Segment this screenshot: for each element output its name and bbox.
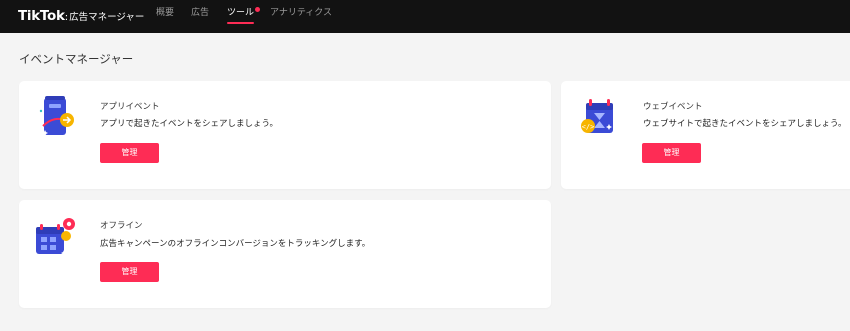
card-title: ウェブイベント <box>643 102 703 112</box>
active-tab-underline <box>227 22 255 24</box>
notification-dot <box>255 7 261 12</box>
nav-tab-overview[interactable]: 概要 <box>156 0 174 33</box>
nav-tab-tools-label: ツール <box>227 8 255 18</box>
top-nav-bar: TikTok : 広告マネージャー 概要 広告 ツール アナリティクス <box>0 0 850 33</box>
nav-tab-ads[interactable]: 広告 <box>191 0 209 33</box>
logo-separator: : <box>64 12 69 23</box>
web-event-card: </> ウェブイベント ウェブサイトで起きたイベントをシェアしましょう。 管理 <box>561 81 850 189</box>
app-event-icon <box>39 96 74 136</box>
card-title: アプリイベント <box>100 102 160 112</box>
logo-product-name: 広告マネージャー <box>69 12 145 23</box>
svg-text:</>: </> <box>582 123 595 131</box>
nav-tab-tools[interactable]: ツール <box>227 0 261 33</box>
app-event-card: アプリイベント アプリで起きたイベントをシェアしましょう。 管理 <box>19 81 551 189</box>
tiktok-ads-manager-logo[interactable]: TikTok : 広告マネージャー <box>18 6 144 26</box>
card-description: アプリで起きたイベントをシェアしましょう。 <box>100 119 278 129</box>
manage-web-events-button[interactable]: 管理 <box>642 143 701 163</box>
logo-wordmark: TikTok <box>18 8 65 24</box>
manage-app-events-button[interactable]: 管理 <box>100 143 159 163</box>
page-title: イベントマネージャー <box>19 52 134 66</box>
web-event-icon: </> <box>581 99 613 133</box>
card-title: オフライン <box>100 221 143 231</box>
card-description: 広告キャンペーンのオフラインコンバージョンをトラッキングします。 <box>100 239 371 249</box>
offline-event-card: オフライン 広告キャンペーンのオフラインコンバージョンをトラッキングします。 管… <box>19 200 551 308</box>
manage-offline-events-button[interactable]: 管理 <box>100 262 159 282</box>
card-description: ウェブサイトで起きたイベントをシェアしましょう。 <box>643 119 847 129</box>
offline-event-icon <box>36 218 75 256</box>
nav-tab-analytics[interactable]: アナリティクス <box>270 0 332 33</box>
